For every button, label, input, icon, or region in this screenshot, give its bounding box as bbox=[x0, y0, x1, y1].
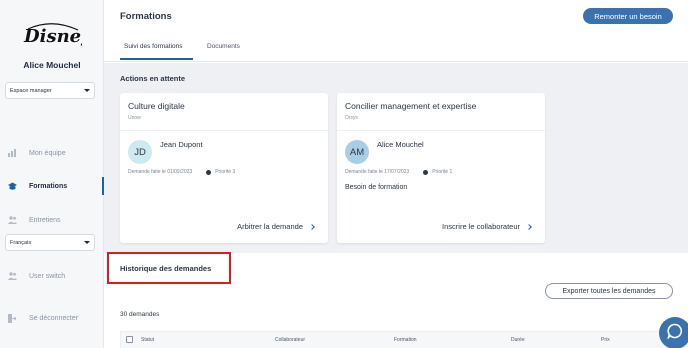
remonter-besoin-button[interactable]: Remonter un besoin bbox=[583, 8, 673, 24]
column-statut[interactable]: Statut bbox=[141, 337, 154, 343]
pending-card: Culture digitale Unow JD Jean Dupont Dem… bbox=[120, 93, 328, 243]
priority-dot-icon bbox=[206, 169, 212, 175]
priority-label: Priorité 1 bbox=[432, 169, 453, 175]
card-need-label: Besoin de formation bbox=[345, 184, 408, 191]
priority-label: Priorité 3 bbox=[215, 169, 236, 175]
card-title: Concilier management et expertise bbox=[345, 101, 477, 111]
pending-card: Concilier management et expertise Orsys … bbox=[337, 93, 545, 243]
card-provider: Orsys bbox=[345, 115, 359, 121]
space-select[interactable]: Espace manager bbox=[5, 82, 95, 99]
column-prix[interactable]: Prix bbox=[601, 337, 610, 343]
pending-actions-section: Actions en attente Culture digitale Unow… bbox=[104, 63, 688, 253]
graduation-cap-icon bbox=[0, 182, 22, 190]
chat-bubble-icon bbox=[667, 323, 683, 344]
history-table-header: Statut Collaborateur Formation Durée Pri… bbox=[120, 331, 686, 348]
card-action-label: Inscrire le collaborateur bbox=[442, 222, 520, 231]
sidebar-item-user-switch[interactable]: User switch bbox=[0, 265, 104, 287]
chevron-down-icon bbox=[84, 89, 90, 92]
card-person-name: Alice Mouchel bbox=[377, 140, 424, 149]
avatar: AM bbox=[345, 140, 369, 164]
language-select[interactable]: Français bbox=[5, 234, 95, 251]
chart-icon bbox=[0, 149, 22, 157]
sidebar-item-label: Mon équipe bbox=[29, 149, 66, 157]
card-header: Concilier management et expertise Orsys bbox=[337, 93, 545, 131]
tab-documents[interactable]: Documents bbox=[207, 43, 240, 50]
sidebar: Disney Alice Mouchel Espace manager Mon … bbox=[0, 0, 104, 348]
card-meta: Demande faite le 01/09/2023 Priorité 3 bbox=[128, 169, 235, 175]
chevron-right-icon bbox=[309, 223, 315, 230]
sidebar-item-se-deconnecter[interactable]: Se déconnecter bbox=[0, 307, 104, 329]
sidebar-item-formations[interactable]: Formations bbox=[0, 175, 104, 197]
sidebar-item-label: Se déconnecter bbox=[29, 314, 79, 322]
column-duree[interactable]: Durée bbox=[511, 337, 525, 343]
user-switch-icon bbox=[0, 272, 22, 280]
chat-button[interactable] bbox=[659, 317, 688, 348]
main-content: Formations Remonter un besoin Suivi des … bbox=[104, 0, 688, 348]
card-provider: Unow bbox=[128, 115, 141, 121]
select-all-checkbox[interactable] bbox=[126, 336, 133, 343]
language-select-value: Français bbox=[10, 239, 32, 246]
sidebar-item-entretiens[interactable]: Entretiens bbox=[0, 209, 104, 231]
requests-count: 30 demandes bbox=[120, 311, 160, 318]
column-collaborateur[interactable]: Collaborateur bbox=[275, 337, 305, 343]
priority-dot-icon bbox=[423, 169, 429, 175]
history-title: Historique des demandes bbox=[120, 264, 212, 273]
card-title: Culture digitale bbox=[128, 101, 185, 111]
tab-suivi-formations[interactable]: Suivi des formations bbox=[124, 43, 183, 50]
active-tab-indicator bbox=[120, 58, 193, 60]
card-person-name: Jean Dupont bbox=[160, 140, 203, 149]
pending-actions-title: Actions en attente bbox=[120, 74, 186, 83]
inscrire-collaborateur-link[interactable]: Inscrire le collaborateur bbox=[442, 222, 532, 231]
export-demandes-button[interactable]: Exporter toutes les demandes bbox=[545, 283, 673, 299]
request-date: Demande faite le 01/09/2023 bbox=[128, 169, 193, 175]
sidebar-item-label: Entretiens bbox=[29, 216, 61, 224]
request-date: Demande faite le 17/07/2023 bbox=[345, 169, 410, 175]
chevron-right-icon bbox=[526, 223, 532, 230]
page-title: Formations bbox=[120, 11, 172, 22]
sidebar-item-label: User switch bbox=[29, 272, 66, 280]
column-formation[interactable]: Formation bbox=[394, 337, 417, 343]
space-select-value: Espace manager bbox=[10, 87, 52, 94]
arbitrer-demande-link[interactable]: Arbitrer la demande bbox=[237, 222, 315, 231]
people-icon bbox=[0, 216, 22, 224]
card-header: Culture digitale Unow bbox=[120, 93, 328, 131]
logo-text: Disney bbox=[23, 26, 82, 47]
avatar: JD bbox=[128, 140, 152, 164]
sidebar-item-label: Formations bbox=[29, 182, 68, 190]
logout-icon bbox=[0, 313, 22, 323]
disney-logo: Disney bbox=[22, 20, 93, 50]
user-name: Alice Mouchel bbox=[23, 60, 81, 70]
card-meta: Demande faite le 17/07/2023 Priorité 1 bbox=[345, 169, 452, 175]
card-action-label: Arbitrer la demande bbox=[237, 222, 303, 231]
page-header: Formations Remonter un besoin Suivi des … bbox=[104, 0, 688, 62]
sidebar-item-mon-equipe[interactable]: Mon équipe bbox=[0, 142, 104, 164]
chevron-down-icon bbox=[84, 241, 90, 244]
